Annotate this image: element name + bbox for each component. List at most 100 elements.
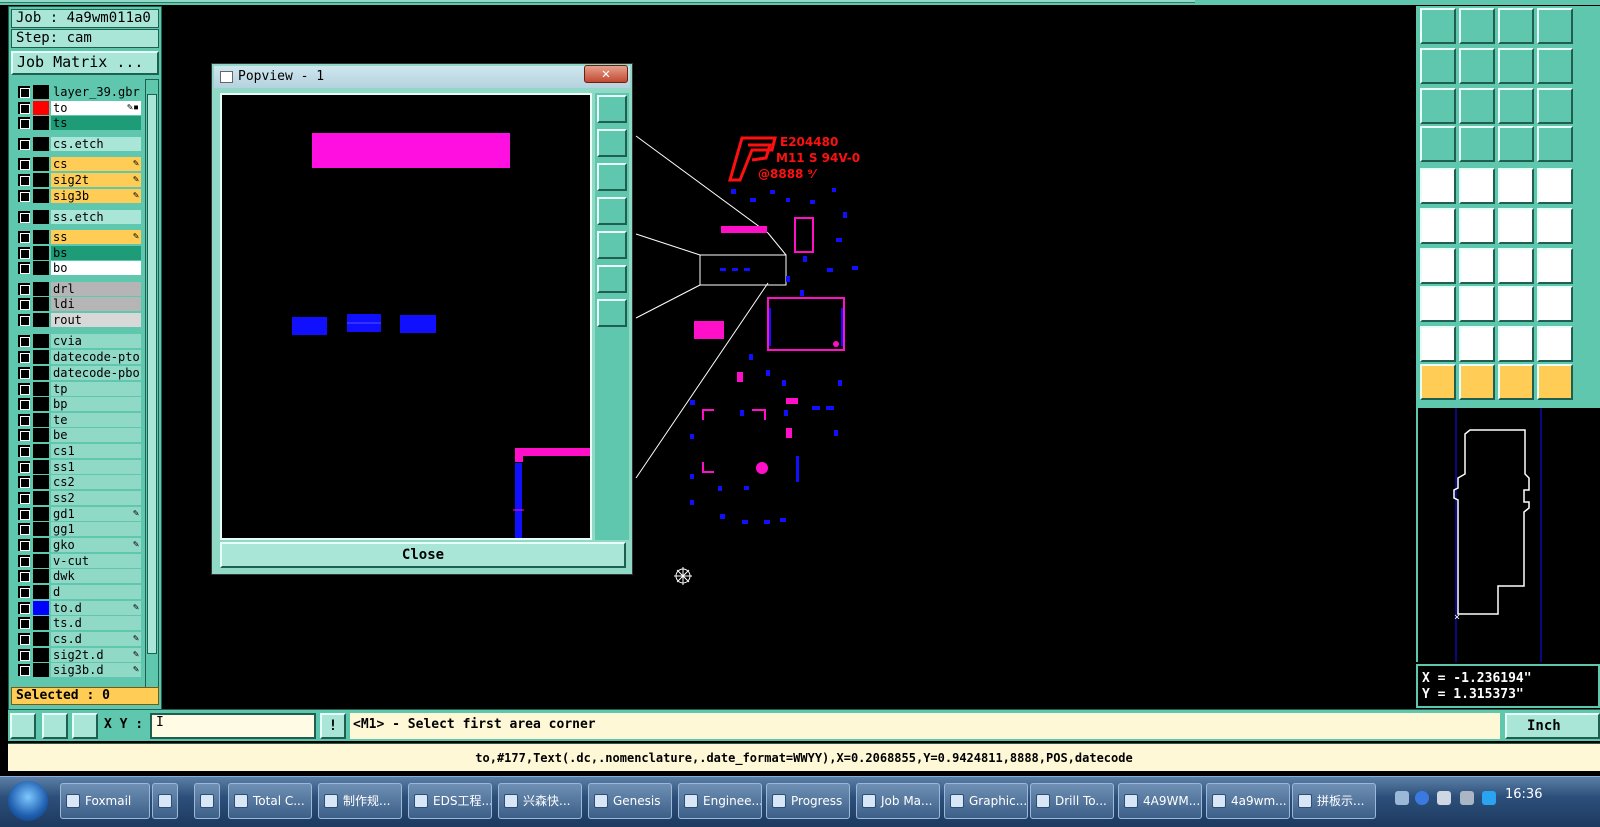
layer-row[interactable]: gko ✎ xyxy=(13,538,141,552)
route-icon[interactable] xyxy=(1537,364,1573,400)
layer-name[interactable]: drl xyxy=(51,282,141,296)
layer-row[interactable]: datecode-pbo xyxy=(13,366,141,380)
move-icon[interactable] xyxy=(1537,208,1573,244)
circle-icon[interactable] xyxy=(1537,168,1573,204)
layer-color-swatch[interactable] xyxy=(33,538,49,552)
layer-name[interactable]: be xyxy=(51,428,141,442)
layer-row[interactable]: ss2 xyxy=(13,491,141,505)
layer-name[interactable]: sig2t.d ✎ xyxy=(51,648,141,662)
layer-checkbox[interactable] xyxy=(18,570,30,582)
layer-checkbox[interactable] xyxy=(18,414,30,426)
pad-icon[interactable] xyxy=(1420,168,1456,204)
layer-checkbox[interactable] xyxy=(18,138,30,150)
zoom-out-icon[interactable] xyxy=(597,299,627,327)
layer-row[interactable]: drl xyxy=(13,282,141,296)
layer-checkbox[interactable] xyxy=(18,211,30,223)
layer-row[interactable]: bp xyxy=(13,397,141,411)
layer-name[interactable]: cs1 xyxy=(51,444,141,458)
layer-checkbox[interactable] xyxy=(18,247,30,259)
layer-checkbox[interactable] xyxy=(18,617,30,629)
drill-icon[interactable] xyxy=(1498,126,1534,162)
layer-color-swatch[interactable] xyxy=(33,475,49,489)
taskbar-item[interactable]: EDS工程... xyxy=(408,783,492,819)
layer-row[interactable]: ss ✎ xyxy=(13,230,141,244)
layer-checkbox[interactable] xyxy=(18,476,30,488)
taskbar-item[interactable]: 4a9wm... xyxy=(1206,783,1290,819)
panel-icon[interactable] xyxy=(1537,8,1573,44)
layer-color-swatch[interactable] xyxy=(33,569,49,583)
taskbar-item[interactable]: Job Ma... xyxy=(856,783,940,819)
layer-row[interactable]: cs2 xyxy=(13,475,141,489)
ratio-icon[interactable] xyxy=(1498,88,1534,124)
undo-icon[interactable] xyxy=(1498,48,1534,84)
palette-icon[interactable] xyxy=(1420,126,1456,162)
layer-name[interactable]: datecode-pbo xyxy=(51,366,141,380)
layer-checkbox[interactable] xyxy=(18,117,30,129)
layer-color-swatch[interactable] xyxy=(33,585,49,599)
step-icon[interactable] xyxy=(1537,48,1573,84)
mirror-icon[interactable] xyxy=(1537,248,1573,284)
layer-color-swatch[interactable] xyxy=(33,297,49,311)
layer-row[interactable]: sig2t.d ✎ xyxy=(13,648,141,662)
layer-checkbox[interactable] xyxy=(18,523,30,535)
layer-color-swatch[interactable] xyxy=(33,246,49,260)
measure-icon[interactable] xyxy=(1498,286,1534,322)
pan-down-icon[interactable] xyxy=(597,163,627,191)
layer-row[interactable]: ldi xyxy=(13,297,141,311)
slope-icon[interactable] xyxy=(1459,248,1495,284)
layer-color-swatch[interactable] xyxy=(33,382,49,396)
layer-checkbox[interactable] xyxy=(18,461,30,473)
taskbar-item[interactable]: Enginee... xyxy=(678,783,762,819)
triangle-icon[interactable] xyxy=(1420,326,1456,362)
layer-checkbox[interactable] xyxy=(18,298,30,310)
minimap[interactable]: × xyxy=(1416,406,1600,662)
layer-name[interactable]: ss ✎ xyxy=(51,230,141,244)
layer-color-swatch[interactable] xyxy=(33,85,49,99)
layer-name[interactable]: rout xyxy=(51,313,141,327)
layer-color-swatch[interactable] xyxy=(33,663,49,677)
layer-checkbox[interactable] xyxy=(18,351,30,363)
taskbar-item[interactable]: 兴森快... xyxy=(498,783,582,819)
layer-checkbox[interactable] xyxy=(18,508,30,520)
network-icon[interactable] xyxy=(1482,791,1496,805)
layer-checkbox[interactable] xyxy=(18,174,30,186)
scrollbar-thumb[interactable] xyxy=(147,94,157,654)
layer-name[interactable]: gko ✎ xyxy=(51,538,141,552)
taskbar-item[interactable]: 拼板示... xyxy=(1292,783,1376,819)
delete-icon[interactable] xyxy=(1459,208,1495,244)
taskbar-item[interactable] xyxy=(194,783,220,819)
layer-checkbox[interactable] xyxy=(18,492,30,504)
layer-name[interactable]: layer_39.gbr xyxy=(51,85,141,99)
select-icon[interactable] xyxy=(1420,364,1456,400)
snap-icon[interactable] xyxy=(42,713,68,739)
layer-row[interactable]: ts.d xyxy=(13,616,141,630)
layer-name[interactable]: datecode-pto xyxy=(51,350,141,364)
layer-checkbox[interactable] xyxy=(18,602,30,614)
flag-icon[interactable] xyxy=(1460,791,1474,805)
zoom-center-icon[interactable] xyxy=(1459,88,1495,124)
rotate-icon[interactable] xyxy=(1498,248,1534,284)
layer-name[interactable]: cs.etch xyxy=(51,137,141,151)
layer-color-swatch[interactable] xyxy=(33,189,49,203)
pan-left-icon[interactable] xyxy=(597,197,627,225)
layer-color-swatch[interactable] xyxy=(33,261,49,275)
layer-checkbox[interactable] xyxy=(18,335,30,347)
layer-name[interactable]: sig2t ✎ xyxy=(51,173,141,187)
angle-icon[interactable] xyxy=(1420,248,1456,284)
job-matrix-button[interactable]: Job Matrix ... xyxy=(11,51,159,75)
layer-name[interactable]: gg1 xyxy=(51,522,141,536)
layer-color-swatch[interactable] xyxy=(33,460,49,474)
layer-row[interactable]: to.d ✎ xyxy=(13,601,141,615)
layer-row[interactable]: ss.etch xyxy=(13,210,141,224)
layer-list-scrollbar[interactable] xyxy=(145,79,159,699)
layer-row[interactable]: dwk xyxy=(13,569,141,583)
layer-color-swatch[interactable] xyxy=(33,632,49,646)
popview-canvas[interactable] xyxy=(220,93,592,540)
taskbar-item[interactable]: Drill To... xyxy=(1030,783,1114,819)
layer-color-swatch[interactable] xyxy=(33,522,49,536)
arch-icon[interactable] xyxy=(1498,326,1534,362)
copy-icon[interactable] xyxy=(1537,286,1573,322)
layer-row[interactable]: rout xyxy=(13,313,141,327)
line-icon[interactable] xyxy=(1459,168,1495,204)
connect-icon[interactable] xyxy=(1420,208,1456,244)
